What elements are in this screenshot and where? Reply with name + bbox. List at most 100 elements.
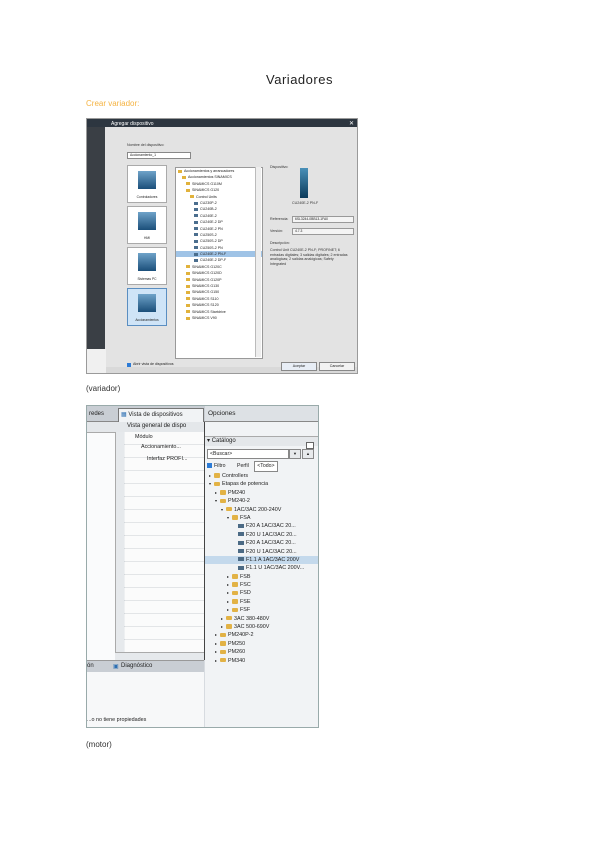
tree-item-label: SINAMICS V90 bbox=[192, 315, 217, 320]
close-icon[interactable]: ✕ bbox=[349, 120, 354, 127]
catalog-item-label: F1.1 U 1AC/3AC 200V... bbox=[246, 565, 305, 572]
catalog-item[interactable]: F20 A 1AC/3AC 20... bbox=[205, 522, 318, 530]
module-icon bbox=[238, 523, 244, 528]
tree-item-label: CU240E-2 DP-F bbox=[200, 258, 227, 263]
catalog-header[interactable]: ▾ Catálogo bbox=[205, 436, 318, 446]
options-header: Opciones bbox=[205, 406, 318, 421]
catalog-item-label: PM250 bbox=[228, 640, 246, 647]
catalog-item-label: PM340 bbox=[228, 657, 246, 664]
category-controllers-button[interactable]: Controladores bbox=[127, 165, 167, 203]
tab-info[interactable]: ón bbox=[87, 663, 94, 669]
tree-item-label: SINAMICS G150 bbox=[192, 290, 220, 295]
grid-row-drive[interactable]: Accionamiento... bbox=[141, 444, 181, 450]
catalog-item[interactable]: F1.1 U 1AC/3AC 200V... bbox=[205, 564, 318, 572]
tree-scrollbar[interactable] bbox=[255, 167, 261, 357]
version-label: Versión: bbox=[270, 229, 283, 233]
tab-networks[interactable]: redes bbox=[87, 408, 119, 421]
catalog-item-label: FSE bbox=[240, 598, 251, 605]
tree-item-label: SINAMICS G120 bbox=[192, 188, 220, 193]
folder-icon bbox=[186, 188, 190, 192]
folder-icon bbox=[232, 599, 238, 604]
folder-icon bbox=[232, 607, 238, 613]
device-name-text: CU240E-2 PN-F bbox=[292, 201, 319, 205]
device-name-input[interactable]: Accionamiento_1 bbox=[127, 152, 191, 159]
tree-item-label: CU240B-2 bbox=[200, 207, 217, 212]
pin-icon[interactable] bbox=[306, 442, 314, 449]
grid-row-profinet[interactable]: Interfaz PROFI... bbox=[147, 456, 187, 462]
folder-icon bbox=[226, 615, 232, 621]
catalog-item[interactable]: ▾ 1AC/3AC 200-240V bbox=[205, 506, 318, 514]
category-hmi-button[interactable]: HMI bbox=[127, 206, 167, 244]
catalog-tree[interactable]: ▸ Controllers ▾ Etapas de potencia ▸ PM240 ▾ PM… bbox=[205, 472, 318, 665]
cancel-button[interactable]: Cancelar bbox=[319, 362, 355, 371]
device-label: Dispositivo: bbox=[270, 165, 289, 169]
tree-item-label: SINAMICS S120 bbox=[192, 303, 219, 308]
open-view-checkbox[interactable] bbox=[127, 363, 131, 367]
catalog-item[interactable]: ▸ 3AC 500-690V bbox=[205, 623, 318, 631]
tree-item-label: SINAMICS G120P bbox=[192, 277, 222, 282]
device-tree[interactable]: Accionamientos y arrancadores Accionamien… bbox=[175, 167, 263, 359]
module-icon bbox=[238, 540, 244, 545]
overview-vscroll[interactable] bbox=[115, 432, 124, 660]
tree-item[interactable]: SINAMICS V90 bbox=[176, 315, 262, 321]
profile-select[interactable]: <Todo> bbox=[254, 461, 278, 472]
catalog-item[interactable]: F1.1 A 1AC/3AC 200V bbox=[205, 555, 318, 565]
pc-icon bbox=[138, 253, 156, 271]
catalog-item[interactable]: F20 U 1AC/3AC 20... bbox=[205, 531, 318, 539]
folder-icon bbox=[232, 590, 238, 596]
module-icon bbox=[238, 565, 244, 570]
catalog-item[interactable]: ▸ PM240P-2 bbox=[205, 631, 318, 639]
tab-device-view[interactable]: ▦ Vista de dispositivos bbox=[118, 408, 204, 422]
catalog-item[interactable]: ▸ PM260 bbox=[205, 648, 318, 656]
device-info-panel: Dispositivo: CU240E-2 PN-F Referencia: 6… bbox=[270, 165, 357, 355]
tab-diagnostics[interactable]: Diagnóstico bbox=[121, 663, 152, 669]
module-icon bbox=[194, 233, 198, 237]
catalog-item[interactable]: ▾ FSA bbox=[205, 514, 318, 522]
tree-item-label: CU240E-2 DP bbox=[200, 220, 223, 225]
folder-icon bbox=[186, 278, 190, 282]
tree-item-label: CU250S-2 bbox=[200, 232, 217, 237]
catalog-item[interactable]: ▾ Etapas de potencia bbox=[205, 480, 318, 488]
tree-item-label: Accionamientos y arrancadores bbox=[184, 169, 235, 173]
tree-item-label: CU240E-2 bbox=[200, 213, 217, 218]
catalog-item[interactable]: ▸ FSE bbox=[205, 598, 318, 606]
version-select[interactable]: 4.7.3 bbox=[292, 228, 354, 235]
tree-item-label: SINAMICS G110M bbox=[192, 181, 222, 186]
catalog-item[interactable]: ▸ FSD bbox=[205, 589, 318, 597]
folder-icon bbox=[186, 310, 190, 314]
catalog-item[interactable]: ▾ PM240-2 bbox=[205, 497, 318, 505]
catalog-item-label: FSB bbox=[240, 573, 251, 580]
folder-icon bbox=[186, 290, 190, 294]
hmi-icon bbox=[138, 212, 156, 230]
search-up-button[interactable]: ▲ bbox=[302, 449, 314, 459]
overview-hscroll[interactable] bbox=[115, 652, 204, 660]
category-drives-button[interactable]: Accionamientos bbox=[127, 288, 167, 326]
catalog-item[interactable]: ▸ PM250 bbox=[205, 640, 318, 648]
reference-label: Referencia: bbox=[270, 217, 289, 221]
filter-checkbox[interactable] bbox=[207, 463, 212, 469]
tree-item-label: SINAMICS G120D bbox=[192, 271, 222, 276]
catalog-item-label: Controllers bbox=[222, 473, 249, 479]
catalog-item[interactable]: ▸ FSF bbox=[205, 606, 318, 614]
ok-button[interactable]: Aceptar bbox=[281, 362, 317, 371]
folder-icon bbox=[226, 506, 232, 512]
catalog-item[interactable]: ▸ FSB bbox=[205, 573, 318, 581]
drive-device-image bbox=[300, 168, 308, 198]
catalog-item[interactable]: ▸ FSC bbox=[205, 581, 318, 589]
catalog-search-input[interactable]: <Buscar> bbox=[207, 449, 289, 459]
search-down-button[interactable]: ▼ bbox=[289, 449, 301, 459]
catalog-item[interactable]: F20 A 1AC/3AC 20... bbox=[205, 539, 318, 547]
catalog-item[interactable]: ▸ PM340 bbox=[205, 657, 318, 665]
category-pc-systems-button[interactable]: Sistemas PC bbox=[127, 247, 167, 285]
catalog-item-label: F20 U 1AC/3AC 20... bbox=[246, 548, 297, 555]
catalog-item[interactable]: ▸ Controllers bbox=[205, 472, 318, 480]
tree-item-label: Control Units bbox=[196, 194, 217, 199]
folder-icon bbox=[232, 574, 238, 579]
folder-icon bbox=[186, 265, 190, 269]
create-drive-link[interactable]: Crear variador: bbox=[86, 99, 139, 108]
catalog-item[interactable]: ▸ PM240 bbox=[205, 489, 318, 497]
catalog-item[interactable]: ▸ 3AC 380-480V bbox=[205, 615, 318, 623]
grid-header-module: Módulo bbox=[135, 434, 153, 440]
catalog-item[interactable]: F20 U 1AC/3AC 20... bbox=[205, 548, 318, 556]
caption-drive: (variador) bbox=[86, 384, 121, 393]
